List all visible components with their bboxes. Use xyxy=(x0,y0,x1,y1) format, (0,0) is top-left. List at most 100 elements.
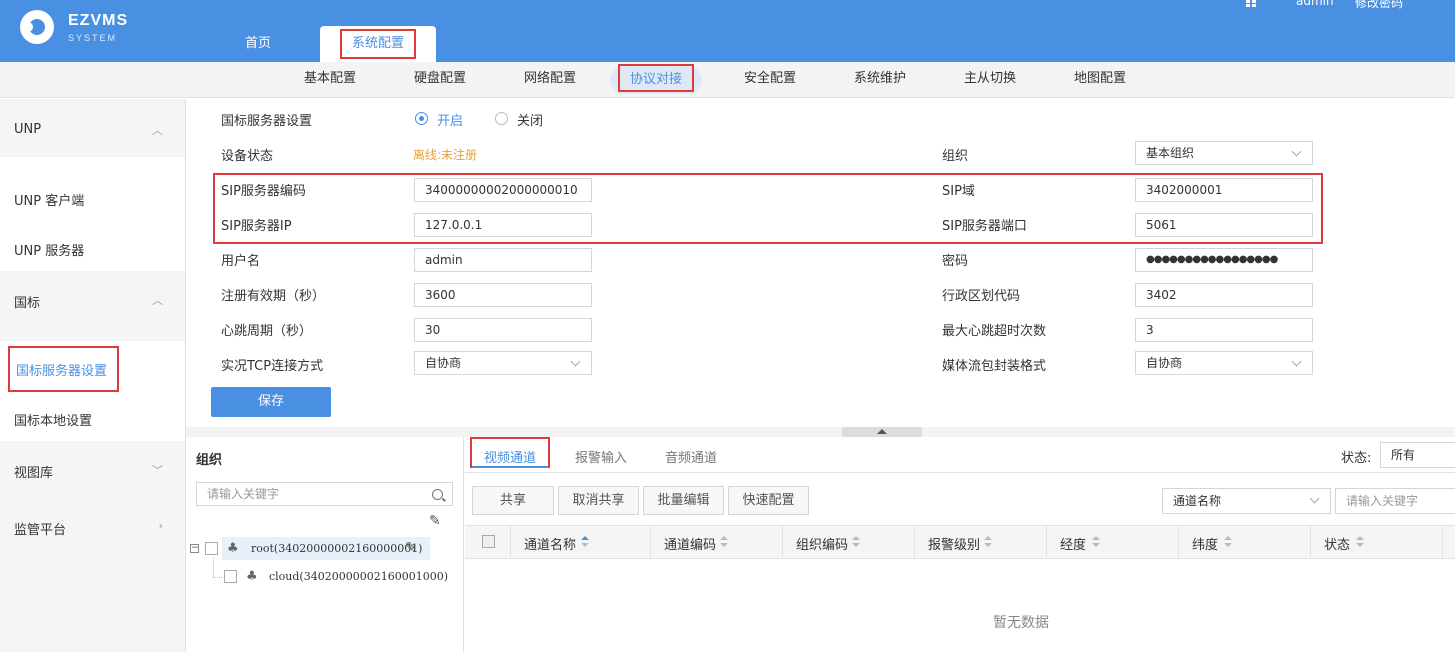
share-button[interactable]: 共享 xyxy=(472,486,554,515)
search-icon[interactable] xyxy=(432,489,443,500)
subnav-maintenance[interactable]: 系统维护 xyxy=(840,62,920,98)
sort-icon[interactable] xyxy=(984,536,992,548)
heartbeat-label: 心跳周期（秒） xyxy=(221,324,313,339)
sip-ip-input[interactable]: 127.0.0.1 xyxy=(414,213,592,237)
quick-config-button[interactable]: 快速配置 xyxy=(728,486,809,515)
subnav-disk[interactable]: 硬盘配置 xyxy=(400,62,480,98)
username-input[interactable]: admin xyxy=(414,248,592,272)
edit-icon[interactable]: ✎ xyxy=(429,513,441,529)
collapse-up-icon[interactable] xyxy=(842,427,922,437)
password-label: 密码 xyxy=(942,254,969,269)
org-select[interactable]: 基本组织 xyxy=(1135,141,1313,165)
col-org-code[interactable]: 组织编码 xyxy=(796,534,848,553)
sidebar-item-view-lib-label: 视图库 xyxy=(14,466,54,481)
tree-line xyxy=(213,577,222,578)
radio-on[interactable] xyxy=(415,112,428,125)
col-longitude[interactable]: 经度 xyxy=(1060,534,1086,553)
batch-edit-button[interactable]: 批量编辑 xyxy=(643,486,724,515)
sidebar-item-unp-label: UNP xyxy=(14,122,42,137)
gb-server-setting-label: 国标服务器设置 xyxy=(221,114,313,129)
save-button[interactable]: 保存 xyxy=(211,387,331,417)
cancel-share-button[interactable]: 取消共享 xyxy=(558,486,639,515)
subnav-protocol[interactable]: 协议对接 xyxy=(610,64,702,94)
select-all-checkbox[interactable] xyxy=(482,535,495,548)
device-status-value: 离线:未注册 xyxy=(413,148,478,162)
grid-icon[interactable] xyxy=(1246,0,1256,7)
sip-port-input[interactable]: 5061 xyxy=(1135,213,1313,237)
sort-icon[interactable] xyxy=(1356,536,1364,548)
radio-off[interactable] xyxy=(495,112,508,125)
tab-home[interactable]: 首页 xyxy=(200,26,316,62)
max-heartbeat-input[interactable]: 3 xyxy=(1135,318,1313,342)
tree-search-input[interactable]: 请输入关键字 xyxy=(196,482,453,506)
subnav-network[interactable]: 网络配置 xyxy=(510,62,590,98)
sub-navigation: 基本配置 硬盘配置 网络配置 协议对接 安全配置 系统维护 主从切换 地图配置 xyxy=(0,62,1455,98)
sort-icon[interactable] xyxy=(720,536,728,548)
edit-icon[interactable]: ✎ xyxy=(405,540,417,556)
sort-icon[interactable] xyxy=(852,536,860,548)
change-password-link[interactable]: 修改密码 xyxy=(1355,0,1403,11)
tree-line xyxy=(213,558,214,577)
stream-format-select[interactable]: 自协商 xyxy=(1135,351,1313,375)
subnav-security[interactable]: 安全配置 xyxy=(730,62,810,98)
col-channel-name[interactable]: 通道名称 xyxy=(524,534,576,553)
tcp-mode-select[interactable]: 自协商 xyxy=(414,351,592,375)
brand-subtitle: SYSTEM xyxy=(68,33,118,43)
chevron-down-icon: ﹀ xyxy=(152,464,163,477)
org-tree-title: 组织 xyxy=(196,453,223,468)
max-heartbeat-label: 最大心跳超时次数 xyxy=(942,324,1047,339)
empty-state: 暂无数据 xyxy=(993,615,1049,631)
chevron-up-icon: ︿ xyxy=(152,124,163,137)
col-status[interactable]: 状态 xyxy=(1324,534,1350,553)
sidebar-item-view-lib[interactable]: 视图库 ﹀ xyxy=(0,462,185,481)
tab-alarm-input[interactable]: 报警输入 xyxy=(575,447,627,466)
column-separator xyxy=(1046,525,1047,559)
filter-keyword-input[interactable]: 请输入关键字 xyxy=(1335,488,1455,514)
org-icon: ♣ xyxy=(227,541,239,556)
subnav-failover[interactable]: 主从切换 xyxy=(950,62,1030,98)
tab-audio-channel[interactable]: 音频通道 xyxy=(665,447,717,466)
sidebar-item-unp[interactable]: UNP ︿ xyxy=(0,122,185,137)
subnav-map[interactable]: 地图配置 xyxy=(1060,62,1140,98)
sidebar-item-gb[interactable]: 国标 ︿ xyxy=(0,292,185,311)
stream-format-label: 媒体流包封装格式 xyxy=(942,359,1047,374)
column-separator xyxy=(1442,525,1443,559)
sidebar-item-gb-label: 国标 xyxy=(14,296,41,311)
tree-cloud-checkbox[interactable] xyxy=(224,570,237,583)
column-separator xyxy=(914,525,915,559)
col-alarm-level[interactable]: 报警级别 xyxy=(928,534,980,553)
brand-name: EZVMS xyxy=(68,12,129,29)
sidebar-item-unp-server[interactable]: UNP 服务器 xyxy=(0,240,185,259)
sip-code-input[interactable]: 34000000002000000010 xyxy=(414,178,592,202)
sidebar-item-gb-server[interactable]: 国标服务器设置 xyxy=(0,346,185,392)
sort-icon[interactable] xyxy=(1224,536,1232,548)
subnav-basic[interactable]: 基本配置 xyxy=(290,62,370,98)
tree-node-root[interactable]: root(34020000002160000001) xyxy=(251,542,422,555)
sort-icon[interactable] xyxy=(581,536,589,548)
sidebar-item-monitor[interactable]: 监管平台 › xyxy=(0,519,185,538)
region-code-label: 行政区划代码 xyxy=(942,289,1021,304)
col-channel-code[interactable]: 通道编码 xyxy=(664,534,716,553)
tab-video-channel[interactable]: 视频通道 xyxy=(484,447,536,466)
sort-icon[interactable] xyxy=(1092,536,1100,548)
tree-node-cloud[interactable]: cloud(34020000002160001000) xyxy=(269,570,448,583)
heartbeat-input[interactable]: 30 xyxy=(414,318,592,342)
status-filter-select[interactable]: 所有 xyxy=(1380,442,1455,468)
device-status-label: 设备状态 xyxy=(221,149,274,164)
collapse-node-icon[interactable]: − xyxy=(190,544,199,553)
tcp-mode-label: 实况TCP连接方式 xyxy=(221,359,324,374)
tab-system-config[interactable]: 系统配置 xyxy=(320,26,436,62)
password-input[interactable]: ●●●●●●●●●●●●●●●●● xyxy=(1135,248,1313,272)
reg-period-input[interactable]: 3600 xyxy=(414,283,592,307)
col-latitude[interactable]: 纬度 xyxy=(1192,534,1218,553)
tree-root-checkbox[interactable] xyxy=(205,542,218,555)
sidebar-item-gb-local[interactable]: 国标本地设置 xyxy=(0,410,185,429)
region-code-input[interactable]: 3402 xyxy=(1135,283,1313,307)
sip-domain-input[interactable]: 3402000001 xyxy=(1135,178,1313,202)
tab-system-config-label: 系统配置 xyxy=(339,29,416,59)
org-icon: ♣ xyxy=(246,569,258,584)
filter-field-select[interactable]: 通道名称 xyxy=(1162,488,1331,514)
username-label[interactable]: admin xyxy=(1296,0,1334,8)
splitter xyxy=(186,427,1455,437)
sidebar-item-unp-client[interactable]: UNP 客户端 xyxy=(0,190,185,209)
